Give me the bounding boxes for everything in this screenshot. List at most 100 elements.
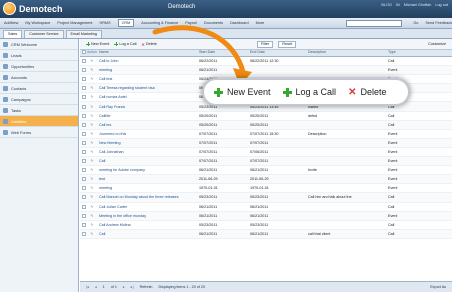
send-feedback-link[interactable]: Send Feedback	[425, 21, 452, 25]
activity-name[interactable]: Call test	[97, 77, 199, 81]
activity-name[interactable]: meeting	[97, 186, 199, 190]
nav-crm[interactable]: CRM	[117, 19, 135, 27]
nav-accounting[interactable]: Accounting & Finance	[141, 21, 178, 25]
table-row[interactable]: ✎ Call Julian Carter 06/21/2011 06/21/2011 C…	[80, 203, 452, 212]
row-checkbox[interactable]	[80, 86, 87, 91]
activity-name[interactable]: Call	[97, 232, 199, 236]
customize-button[interactable]: Customize	[428, 42, 446, 46]
activity-name[interactable]: Call Julian Carter	[97, 205, 199, 209]
row-checkbox[interactable]	[80, 177, 87, 182]
activity-name[interactable]: Call Manuel on Monday about the three re…	[97, 195, 199, 199]
nav-more[interactable]: More	[256, 21, 265, 25]
log-call-button[interactable]: Log a Call	[114, 42, 136, 46]
edit-icon[interactable]: ✎	[87, 123, 97, 127]
delete-button[interactable]: ✕ Delete	[141, 42, 156, 47]
nav-project-management[interactable]: Project Management	[57, 21, 92, 25]
table-row[interactable]: ✎ Meeting in the office monday 06/21/2011 0…	[80, 211, 452, 221]
logout-link[interactable]: Log out	[435, 3, 448, 7]
export-button[interactable]: Export As	[430, 285, 446, 289]
activity-name[interactable]: Call nomas Antel	[97, 95, 199, 99]
tab-email-marketing[interactable]: Email Marketing	[65, 30, 102, 38]
select-all-checkbox[interactable]	[80, 50, 87, 56]
in-link[interactable]: IN	[396, 3, 400, 7]
sidebar-item-tasks[interactable]: Tasks	[0, 105, 78, 116]
edit-icon[interactable]: ✎	[87, 86, 97, 90]
edit-icon[interactable]: ✎	[87, 150, 97, 154]
edit-icon[interactable]: ✎	[87, 223, 97, 227]
row-checkbox[interactable]	[80, 95, 87, 100]
table-row[interactable]: ✎ Call Andrew Molina 05/23/2011 05/23/2011 C…	[80, 221, 452, 230]
edit-icon[interactable]: ✎	[87, 114, 97, 118]
activity-name[interactable]: Call tes	[97, 123, 199, 127]
activity-name[interactable]: Call to John	[97, 59, 199, 63]
row-checkbox[interactable]	[80, 140, 87, 145]
search-input[interactable]	[346, 19, 403, 27]
activity-name[interactable]: Call Ray Franck	[97, 105, 199, 109]
table-row[interactable]: ✎ New Meeting 07/07/2011 07/07/2011 Event	[80, 138, 452, 148]
reset-button[interactable]: Reset	[278, 40, 297, 48]
activity-name[interactable]: Call Andrew Molina	[97, 223, 199, 227]
user-name[interactable]: Michael Ghoffah	[404, 3, 432, 7]
header-action[interactable]: Action	[87, 50, 97, 56]
header-name[interactable]: Name	[97, 50, 199, 56]
sidebar-item-web-forms[interactable]: Web Forms	[0, 127, 78, 138]
sidebar-item-campaigns[interactable]: Campaigns	[0, 94, 78, 105]
edit-icon[interactable]: ✎	[87, 68, 97, 72]
header-start-date[interactable]: Start Date	[199, 50, 250, 56]
activity-name[interactable]: Journeed on this	[97, 132, 199, 136]
activity-name[interactable]: Call Teresa regarding student visa	[97, 86, 199, 90]
activity-name[interactable]: meeting for Adobe company	[97, 168, 199, 172]
table-row[interactable]: ✎ CallMe 05/20/2011 05/20/2011 defsd Call	[80, 112, 452, 121]
logo[interactable]: Demotech	[3, 2, 63, 15]
edit-icon[interactable]: ✎	[87, 232, 97, 236]
row-checkbox[interactable]	[80, 168, 87, 173]
last-page-icon[interactable]: ▸|	[131, 285, 134, 289]
header-end-date[interactable]: End Date	[250, 50, 308, 56]
table-row[interactable]: ✎ Call tes 05/20/2011 05/20/2011 Call	[80, 120, 452, 130]
sidebar-item-accounts[interactable]: Accounts	[0, 72, 78, 83]
sidebar-item-crm-welcome[interactable]: CRM Welcome	[0, 39, 78, 50]
edit-icon[interactable]: ✎	[87, 59, 97, 63]
row-checkbox[interactable]	[80, 68, 87, 73]
refresh-button[interactable]: Refresh	[140, 285, 153, 289]
edit-icon[interactable]: ✎	[87, 105, 97, 109]
row-checkbox[interactable]	[80, 122, 87, 127]
nav-documents[interactable]: Documents	[204, 21, 223, 25]
table-row[interactable]: ✎ Journeed on this 07/07/2011 07/07/2011 15…	[80, 130, 452, 139]
table-row[interactable]: ✎ Call 07/07/2011 07/07/2011 Event	[80, 157, 452, 167]
tab-customer-service[interactable]: Customer Service	[24, 30, 64, 38]
row-checkbox[interactable]	[80, 231, 87, 236]
sidebar-item-opportunities[interactable]: Opportunities	[0, 61, 78, 72]
row-checkbox[interactable]	[80, 204, 87, 209]
edit-icon[interactable]: ✎	[87, 195, 97, 199]
new-event-button[interactable]: New Event	[86, 42, 109, 46]
nav-addnew[interactable]: AddNew	[4, 21, 18, 25]
activity-name[interactable]: meeting	[97, 68, 199, 72]
tab-sales[interactable]: Sales	[3, 30, 23, 38]
row-checkbox[interactable]	[80, 131, 87, 136]
row-checkbox[interactable]	[80, 149, 87, 154]
edit-icon[interactable]: ✎	[87, 177, 97, 181]
table-row[interactable]: ✎ Call Manuel on Monday about the three r…	[80, 193, 452, 203]
table-row[interactable]: ✎ meeting 06/21/2011 Event	[80, 66, 452, 76]
table-row[interactable]: ✎ meeting 1970-01-01 1970-01-01 Event	[80, 184, 452, 194]
edit-icon[interactable]: ✎	[87, 132, 97, 136]
blog-link[interactable]: BLOG	[381, 3, 392, 7]
prev-page-icon[interactable]: ◂	[95, 285, 97, 289]
edit-icon[interactable]: ✎	[87, 205, 97, 209]
row-checkbox[interactable]	[80, 104, 87, 109]
row-checkbox[interactable]	[80, 59, 87, 64]
sidebar-item-activities[interactable]: Activities	[0, 116, 78, 127]
edit-icon[interactable]: ✎	[87, 214, 97, 218]
table-row[interactable]: ✎ Call 06/21/2011 06/21/2011 call that clien…	[80, 229, 452, 239]
first-page-icon[interactable]: |◂	[86, 285, 89, 289]
edit-icon[interactable]: ✎	[87, 141, 97, 145]
sidebar-item-leads[interactable]: Leads	[0, 50, 78, 61]
table-row[interactable]: ✎ meeting for Adobe company 06/21/2011 06/2…	[80, 166, 452, 176]
zoom-delete-button[interactable]: ✕ Delete	[348, 87, 386, 98]
row-checkbox[interactable]	[80, 186, 87, 191]
row-checkbox[interactable]	[80, 113, 87, 118]
table-row[interactable]: ✎ test 2011-06-29 2011-06-29 Event	[80, 175, 452, 185]
zoom-new-event-button[interactable]: New Event	[214, 87, 271, 97]
row-checkbox[interactable]	[80, 213, 87, 218]
